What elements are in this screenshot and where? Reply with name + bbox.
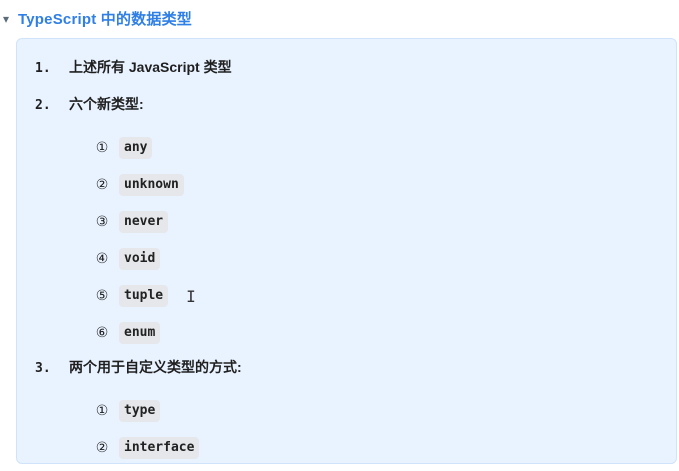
section-header[interactable]: ▾ TypeScript 中的数据类型	[0, 8, 192, 28]
circled-number: ⑥	[95, 324, 109, 341]
list-item-text: 上述所有 JavaScript 类型	[69, 59, 232, 75]
new-type-item: ① any	[93, 129, 658, 166]
code-inline: interface	[119, 436, 200, 459]
circled-number: ①	[95, 139, 109, 156]
new-types-list: ① any ② unknown ③ never ④ void ⑤ tuple I…	[93, 129, 658, 351]
new-type-item: ③ never	[93, 203, 658, 240]
list-item: 3. 两个用于自定义类型的方式:	[35, 355, 658, 381]
text-cursor-icon: I	[186, 287, 196, 306]
content-panel: 1. 上述所有 JavaScript 类型 2. 六个新类型: ① any ② …	[16, 38, 677, 464]
new-type-item: ⑥ enum	[93, 314, 658, 351]
list-item-text: 两个用于自定义类型的方式:	[69, 359, 242, 375]
code-inline: enum	[119, 321, 161, 344]
custom-way-item: ① type	[93, 392, 658, 429]
section-title: TypeScript 中的数据类型	[18, 10, 192, 28]
circled-number: ⑤	[95, 287, 109, 304]
list-item-number: 2.	[35, 98, 51, 113]
custom-ways-list: ① type ② interface	[93, 392, 658, 466]
code-inline: type	[119, 399, 161, 422]
circled-number: ①	[95, 402, 109, 419]
list-item-text: 六个新类型:	[69, 96, 144, 112]
code-inline: unknown	[119, 173, 184, 196]
code-inline: never	[119, 210, 169, 233]
code-inline: tuple	[119, 284, 169, 307]
page: ▾ TypeScript 中的数据类型 1. 上述所有 JavaScript 类…	[0, 0, 679, 471]
main-ordered-list: 1. 上述所有 JavaScript 类型 2. 六个新类型: ① any ② …	[35, 55, 658, 466]
new-type-item: ② unknown	[93, 166, 658, 203]
chevron-down-icon[interactable]: ▾	[0, 13, 12, 25]
code-inline: any	[119, 136, 153, 159]
list-item: 2. 六个新类型:	[35, 92, 658, 118]
new-type-item: ④ void	[93, 240, 658, 277]
code-inline: void	[119, 247, 161, 270]
circled-number: ②	[95, 439, 109, 456]
new-type-item: ⑤ tuple I	[93, 277, 658, 314]
circled-number: ②	[95, 176, 109, 193]
circled-number: ③	[95, 213, 109, 230]
list-item-number: 3.	[35, 361, 51, 376]
list-item-number: 1.	[35, 61, 51, 76]
custom-way-item: ② interface	[93, 429, 658, 466]
list-item: 1. 上述所有 JavaScript 类型	[35, 55, 658, 81]
circled-number: ④	[95, 250, 109, 267]
